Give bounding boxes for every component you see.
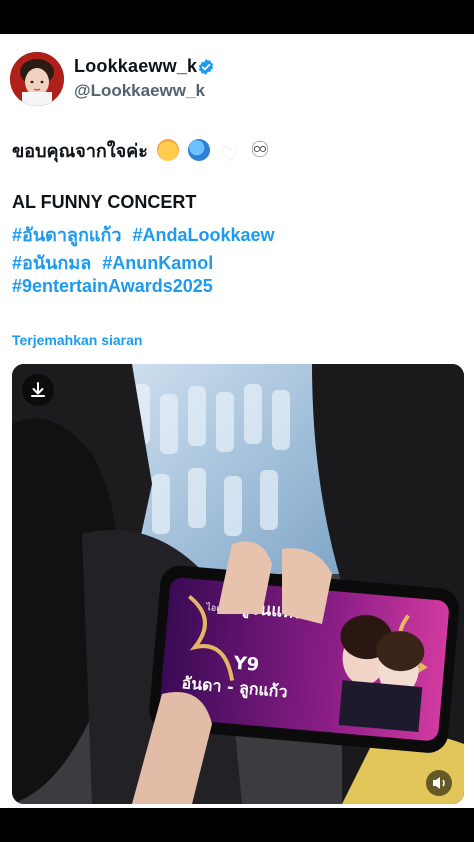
white-heart-icon: ♡ (220, 144, 239, 166)
smiling-face-with-hearts-icon (156, 139, 179, 161)
post-text: ขอบคุณจากใจค่ะ (12, 141, 148, 161)
hashtag-row-1: #อันดาลูกแก้ว #AndaLookkaew (12, 220, 281, 249)
hashtag-link[interactable]: #AnunKamol (102, 253, 213, 273)
hashtag-row-2: #อนันกมล #AnunKamol (12, 248, 219, 277)
hashtag-link[interactable]: #อันดาลูกแก้ว (12, 225, 121, 245)
globe-icon (187, 139, 210, 161)
author-handle[interactable]: @Lookkaeww_k (74, 81, 205, 101)
hashtag-link[interactable]: #อนันกมล (12, 253, 91, 273)
author-display-name[interactable]: Lookkaeww_k (74, 56, 197, 77)
post-text-concert: AL FUNNY CONCERT (12, 192, 197, 212)
mute-toggle-button[interactable] (426, 770, 452, 796)
hashtag-link[interactable]: #9entertainAwards2025 (12, 276, 213, 296)
post-card[interactable]: Lookkaeww_k @Lookkaeww_k ขอบคุณจากใจค่ะ … (0, 34, 474, 808)
video-frame: ไอดอล คู่จิ้นแห่งปี Y9 อันดา - ลูกแก้ว (12, 364, 464, 804)
speaker-icon (433, 777, 445, 789)
verified-badge-icon (198, 59, 214, 75)
profile-avatar[interactable] (10, 52, 64, 106)
download-button[interactable] (22, 374, 54, 406)
top-black-bar (0, 0, 474, 34)
bottom-black-bar (0, 808, 474, 842)
hashtag-link[interactable]: #AndaLookkaew (132, 225, 274, 245)
post-video[interactable]: ไอดอล คู่จิ้นแห่งปี Y9 อันดา - ลูกแก้ว (12, 364, 464, 804)
post-text-line-1: ขอบคุณจากใจค่ะ ♡ ♾ (12, 136, 270, 166)
infinity-icon: ♾ (249, 137, 270, 162)
hashtag-row-3: #9entertainAwards2025 (12, 276, 219, 297)
download-icon (31, 382, 45, 397)
phone-winner-code: Y9 (232, 653, 260, 676)
translate-post-link[interactable]: Terjemahkan siaran (12, 332, 142, 348)
